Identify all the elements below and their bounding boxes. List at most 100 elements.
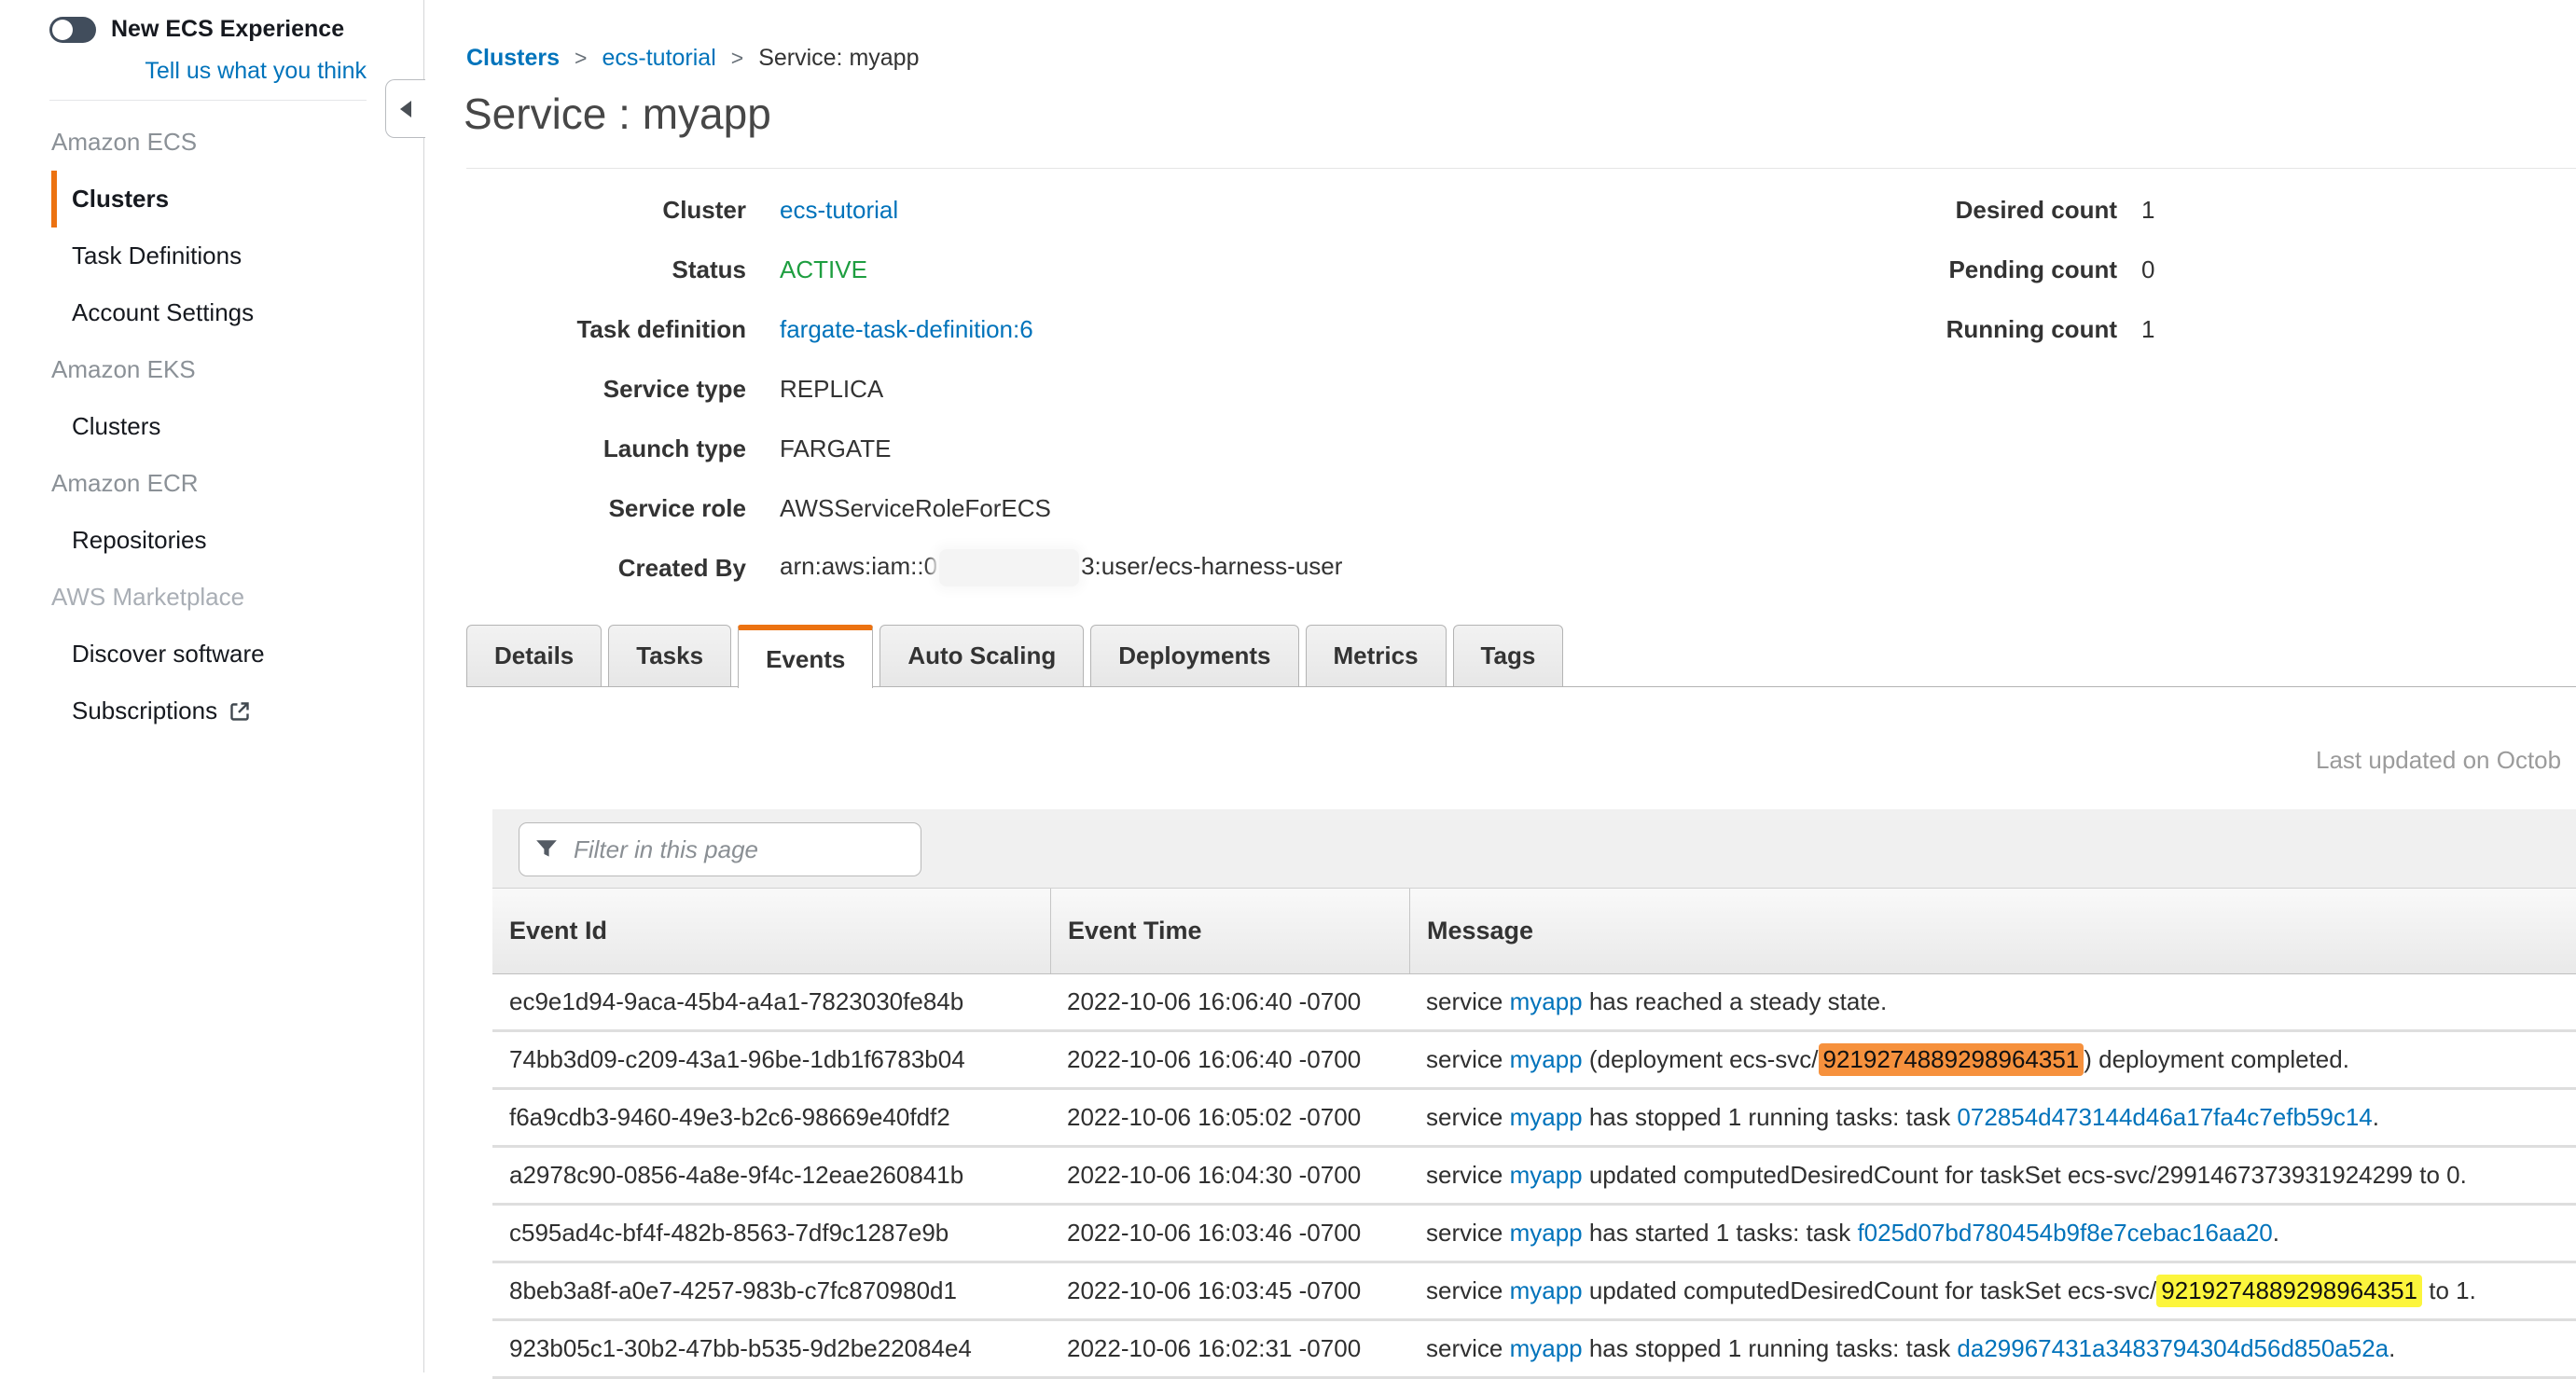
column-header-event-id[interactable]: Event Id xyxy=(492,889,1050,973)
filter-input[interactable] xyxy=(519,822,921,876)
new-ecs-experience-row: New ECS Experience xyxy=(49,16,344,43)
detail-value: ecs-tutorial xyxy=(780,196,898,225)
detail-row: Launch type FARGATE xyxy=(466,419,1342,478)
count-value: 1 xyxy=(2141,315,2154,344)
detail-label: Task definition xyxy=(466,315,746,344)
sidebar-item-clusters[interactable]: Clusters xyxy=(51,171,385,228)
count-label: Desired count xyxy=(1828,196,2117,225)
message-link[interactable]: 072854d473144d46a17fa4c7efb59c14 xyxy=(1957,1103,2372,1132)
message-link[interactable]: myapp xyxy=(1510,1045,1583,1074)
count-number: 0 xyxy=(2141,255,2154,283)
title-divider xyxy=(466,168,2576,169)
message-cell: service myapp has started 1 tasks: task … xyxy=(1409,1206,2576,1261)
detail-row: Status ACTIVE xyxy=(466,240,1342,299)
tab-metrics[interactable]: Metrics xyxy=(1306,625,1447,687)
new-ecs-experience-toggle[interactable] xyxy=(49,17,96,43)
detail-row: Service role AWSServiceRoleForECS xyxy=(466,478,1342,538)
count-row: Running count1 xyxy=(1828,299,2154,359)
table-row: 74bb3d09-c209-43a1-96be-1db1f6783b042022… xyxy=(492,1032,2576,1090)
sidebar-item-label: Subscriptions xyxy=(72,696,217,725)
sidebar-item-clusters[interactable]: Clusters xyxy=(49,398,385,455)
sidebar-section-header-amazon-ecs: Amazon ECS xyxy=(49,114,385,171)
message-text: service xyxy=(1426,1161,1510,1190)
event-id-cell: 74bb3d09-c209-43a1-96be-1db1f6783b04 xyxy=(492,1032,1050,1087)
sidebar-item-repositories[interactable]: Repositories xyxy=(49,512,385,569)
detail-label: Cluster xyxy=(466,196,746,225)
sidebar-item-label: Task Definitions xyxy=(72,241,242,270)
detail-text: FARGATE xyxy=(780,434,891,462)
detail-text: REPLICA xyxy=(780,375,883,403)
message-text: has reached a steady state. xyxy=(1583,987,1888,1016)
tab-auto-scaling[interactable]: Auto Scaling xyxy=(879,625,1084,687)
column-header-message[interactable]: Message xyxy=(1409,889,2576,973)
tab-tasks[interactable]: Tasks xyxy=(608,625,731,687)
events-table: Event Id Event Time Message ec9e1d94-9ac… xyxy=(492,809,2576,1372)
table-row: c595ad4c-bf4f-482b-8563-7df9c1287e9b2022… xyxy=(492,1206,2576,1263)
tab-deployments[interactable]: Deployments xyxy=(1090,625,1298,687)
new-ecs-experience-label: New ECS Experience xyxy=(111,16,344,43)
sidebar-item-label: Repositories xyxy=(72,526,207,555)
message-link[interactable]: myapp xyxy=(1510,1103,1583,1132)
message-cell: service myapp updated computedDesiredCou… xyxy=(1409,1263,2576,1318)
tab-details[interactable]: Details xyxy=(466,625,602,687)
count-value: 1 xyxy=(2141,196,2154,225)
detail-link[interactable]: ecs-tutorial xyxy=(780,196,898,224)
find-highlight-active: 9219274889298964351 xyxy=(1819,1043,2084,1076)
last-updated-text: Last updated on Octob xyxy=(2316,746,2561,775)
message-cell: service myapp has stopped 1 running task… xyxy=(1409,1321,2576,1376)
breadcrumb-separator: > xyxy=(560,46,602,71)
detail-label: Status xyxy=(466,255,746,284)
message-link[interactable]: myapp xyxy=(1510,987,1583,1016)
event-id-cell: f6a9cdb3-9460-49e3-b2c6-98669e40fdf2 xyxy=(492,1090,1050,1145)
sidebar-item-subscriptions[interactable]: Subscriptions xyxy=(49,683,385,739)
message-text: service xyxy=(1426,1103,1510,1132)
message-link[interactable]: myapp xyxy=(1510,1161,1583,1190)
created-by-suffix: 3:user/ecs-harness-user xyxy=(1081,552,1342,580)
detail-row: Cluster ecs-tutorial xyxy=(466,180,1342,240)
message-link[interactable]: da29967431a3483794304d56d850a52a xyxy=(1957,1334,2389,1363)
sidebar-item-label: Discover software xyxy=(72,640,265,669)
message-link[interactable]: myapp xyxy=(1510,1219,1583,1248)
page-title: Service : myapp xyxy=(464,89,771,139)
tab-tags[interactable]: Tags xyxy=(1453,625,1564,687)
sidebar-item-label: Account Settings xyxy=(72,298,254,327)
message-text: updated computedDesiredCount for taskSet… xyxy=(1583,1161,2467,1190)
tab-events[interactable]: Events xyxy=(738,625,873,688)
message-link[interactable]: myapp xyxy=(1510,1276,1583,1305)
detail-value: ACTIVE xyxy=(780,255,867,284)
count-number: 1 xyxy=(2141,315,2154,343)
sidebar-item-account-settings[interactable]: Account Settings xyxy=(49,284,385,341)
breadcrumb-item-1[interactable]: ecs-tutorial xyxy=(602,45,715,72)
message-text: . xyxy=(2373,1103,2379,1132)
tab-bar: DetailsTasksEventsAuto ScalingDeployment… xyxy=(466,625,1563,687)
redacted-account-id xyxy=(939,549,1079,586)
sidebar: New ECS Experience Tell us what you thin… xyxy=(0,0,424,1372)
message-cell: service myapp has stopped 1 running task… xyxy=(1409,1090,2576,1145)
event-id-cell: 8beb3a8f-a0e7-4257-983b-c7fc870980d1 xyxy=(492,1263,1050,1318)
detail-label: Launch type xyxy=(466,434,746,463)
detail-link[interactable]: fargate-task-definition:6 xyxy=(780,315,1033,343)
message-link[interactable]: myapp xyxy=(1510,1334,1583,1363)
message-cell: service myapp (deployment ecs-svc/921927… xyxy=(1409,1032,2576,1087)
column-header-event-time[interactable]: Event Time xyxy=(1050,889,1409,973)
service-details: Cluster ecs-tutorial Status ACTIVE Task defi… xyxy=(466,180,1342,598)
event-time-cell: 2022-10-06 16:06:40 -0700 xyxy=(1050,1032,1409,1087)
chevron-left-icon xyxy=(400,101,411,117)
detail-label: Created By xyxy=(466,554,746,583)
feedback-link[interactable]: Tell us what you think xyxy=(49,58,367,85)
message-text: has stopped 1 running tasks: task xyxy=(1583,1334,1958,1363)
detail-label: Service role xyxy=(466,494,746,523)
sidebar-collapse-button[interactable] xyxy=(385,79,425,138)
sidebar-item-task-definitions[interactable]: Task Definitions xyxy=(49,228,385,284)
event-time-cell: 2022-10-06 16:03:45 -0700 xyxy=(1050,1263,1409,1318)
sidebar-item-discover-software[interactable]: Discover software xyxy=(49,626,385,683)
event-id-cell: 923b05c1-30b2-47bb-b535-9d2be22084e4 xyxy=(492,1321,1050,1376)
status-badge: ACTIVE xyxy=(780,255,867,283)
event-time-cell: 2022-10-06 16:04:30 -0700 xyxy=(1050,1148,1409,1203)
detail-value: AWSServiceRoleForECS xyxy=(780,494,1051,523)
count-row: Pending count0 xyxy=(1828,240,2154,299)
message-link[interactable]: f025d07bd780454b9f8e7cebac16aa20 xyxy=(1857,1219,2272,1248)
breadcrumb-item-0[interactable]: Clusters xyxy=(466,45,560,72)
event-time-cell: 2022-10-06 16:03:46 -0700 xyxy=(1050,1206,1409,1261)
table-row: ec9e1d94-9aca-45b4-a4a1-7823030fe84b2022… xyxy=(492,974,2576,1032)
